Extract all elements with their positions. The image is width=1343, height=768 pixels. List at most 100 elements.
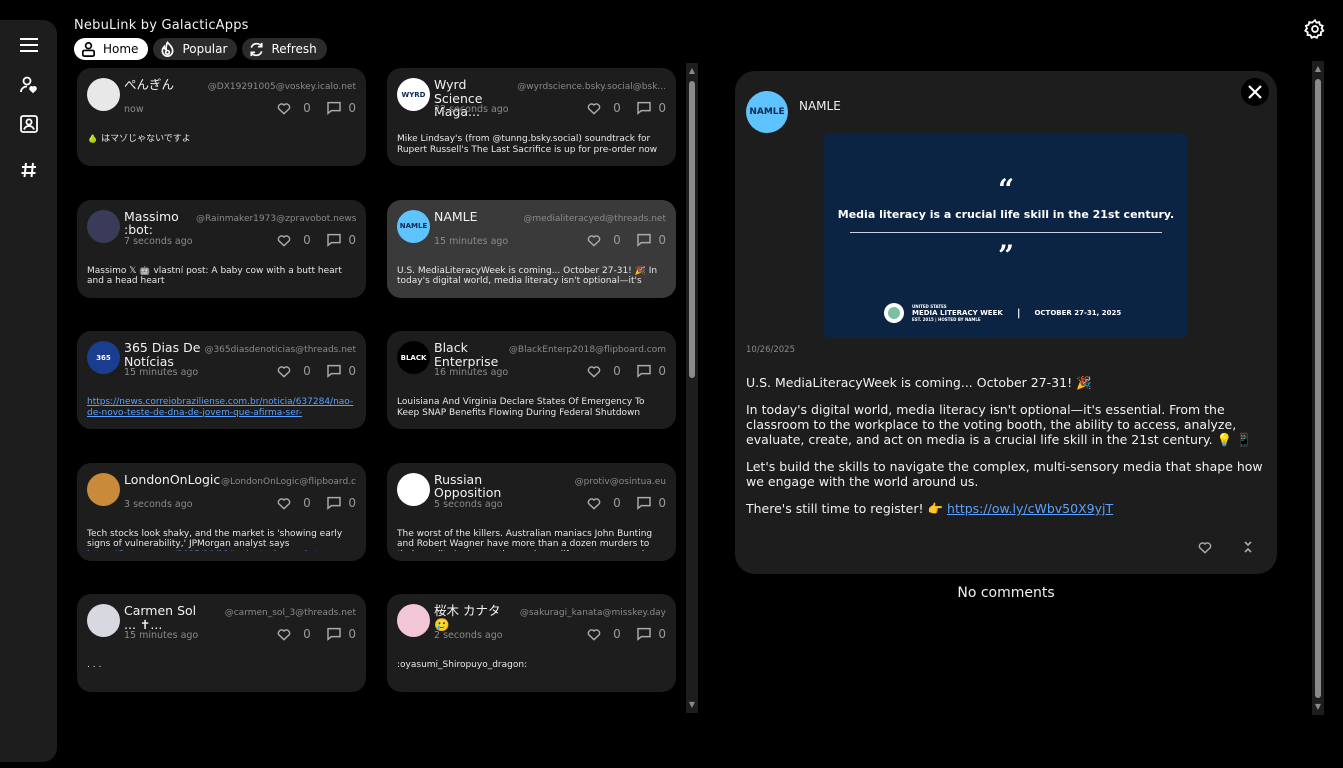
tab-popular[interactable]: Popular	[153, 38, 238, 60]
author-avatar[interactable]: 365	[87, 341, 120, 374]
scroll-up-arrow-icon[interactable]: ▲	[687, 66, 697, 76]
refresh-icon	[250, 42, 263, 56]
detail-date: 10/26/2025	[746, 345, 795, 355]
like-button[interactable]	[276, 495, 292, 511]
author-name[interactable]: ぺんぎん	[124, 78, 202, 92]
comment-icon	[327, 627, 341, 641]
reply-button[interactable]	[636, 232, 652, 248]
reply-count: 0	[658, 101, 666, 115]
like-button[interactable]	[586, 232, 602, 248]
scroll-down-arrow-icon[interactable]: ▼	[1313, 702, 1323, 712]
post-actions: 00	[276, 363, 356, 379]
comment-icon	[327, 496, 341, 510]
hashtag-icon[interactable]	[14, 155, 44, 185]
post-card[interactable]: Carmen Sol ... ✝... @carmen_sol_3@threads…	[77, 594, 366, 692]
post-card[interactable]: LondonOnLogic @LondonOnLogic@flipboard.c 3…	[77, 462, 366, 561]
post-actions: 00	[276, 495, 356, 511]
profile-card-icon[interactable]	[14, 109, 44, 139]
post-card[interactable]: ぺんぎん @DX19291005@voskey.icalo.net now 0 0 🍐 は…	[77, 68, 366, 166]
reply-button[interactable]	[326, 100, 342, 116]
reply-button[interactable]	[636, 626, 652, 642]
author-avatar[interactable]	[87, 209, 120, 243]
author-avatar[interactable]	[87, 472, 120, 506]
like-button[interactable]	[276, 626, 292, 642]
author-name[interactable]: Black Enterprise	[434, 341, 512, 368]
author-name[interactable]: Massimo :bot:	[124, 209, 202, 237]
reply-button[interactable]	[326, 232, 342, 248]
post-text: The worst of the killers. Australian man…	[397, 528, 653, 551]
post-time: 7 seconds ago	[124, 235, 193, 247]
author-avatar[interactable]	[87, 78, 120, 111]
author-avatar[interactable]	[397, 472, 430, 506]
post-detail-panel: NAMLE NAMLE “ Media literacy is a crucia…	[735, 71, 1277, 574]
user-heart-icon[interactable]	[14, 70, 44, 100]
detail-scrollbar[interactable]: ▲ ▼	[1312, 61, 1324, 715]
reply-count: 0	[348, 101, 356, 115]
like-button[interactable]	[586, 495, 602, 511]
reply-button[interactable]	[636, 100, 652, 116]
menu-icon[interactable]	[14, 30, 44, 60]
post-link[interactable]: https://news.correiobraziliense.com.br/n…	[87, 397, 353, 418]
like-button[interactable]	[276, 100, 292, 116]
reply-button[interactable]	[326, 626, 342, 642]
post-card[interactable]: WYRD Wyrd Science Maga... @wyrdscience.bsk…	[387, 68, 676, 166]
author-avatar[interactable]: BLACK	[397, 341, 430, 374]
detail-register-link[interactable]: https://ow.ly/cWbv50X9yjT	[947, 501, 1113, 516]
like-count: 0	[613, 101, 621, 115]
post-actions: 00	[276, 232, 356, 248]
tab-popular-label: Popular	[182, 42, 228, 56]
post-media-image[interactable]: “ Media literacy is a crucial life skill…	[824, 133, 1188, 338]
like-button[interactable]	[586, 626, 602, 642]
post-body: 🍐 はマゾじゃないですよ	[87, 134, 358, 156]
like-button[interactable]	[586, 100, 602, 116]
app-root: NebuLink by GalacticApps Home Popular Re…	[0, 0, 1343, 768]
scroll-up-arrow-icon[interactable]: ▲	[1313, 64, 1323, 74]
detail-paragraph: Let's build the skills to navigate the c…	[746, 459, 1263, 489]
reply-count: 0	[348, 495, 356, 510]
author-name[interactable]: Carmen Sol ... ✝...	[124, 604, 202, 631]
author-name[interactable]: Russian Opposition	[434, 472, 512, 500]
avatar-text: NAMLE	[399, 222, 428, 230]
settings-button[interactable]	[1302, 16, 1328, 42]
post-link[interactable]: https://fortune.com/2025/10/23/tech-stoc…	[87, 550, 322, 551]
author-name[interactable]: 桜木 カナタ🥲	[434, 604, 512, 631]
detail-paragraph: In today's digital world, media literacy…	[746, 402, 1252, 447]
detail-author-name[interactable]: NAMLE	[799, 99, 841, 113]
reply-button[interactable]	[326, 495, 342, 511]
post-card[interactable]: Russian Opposition @protiv@osintua.eu 5 se…	[387, 462, 676, 561]
post-card[interactable]: Massimo :bot: @Rainmaker1973@zpravobot.ne…	[77, 199, 366, 298]
feed-scrollbar[interactable]: ▲ ▼	[686, 63, 698, 713]
close-button[interactable]	[1241, 78, 1269, 106]
like-button[interactable]	[586, 363, 602, 379]
post-card[interactable]: NAMLE NAMLE @medialiteracyed@threads.net 15…	[387, 199, 676, 298]
post-card[interactable]: 桜木 カナタ🥲 @sakuragi_kanata@misskey.day 2 sec…	[387, 594, 676, 692]
heart-icon	[587, 497, 601, 510]
detail-like-button[interactable]	[1197, 539, 1213, 559]
reply-button[interactable]	[636, 495, 652, 511]
like-count: 0	[613, 232, 621, 247]
detail-paragraph: U.S. MediaLiteracyWeek is coming... Octo…	[746, 375, 1092, 390]
tab-home[interactable]: Home	[74, 38, 149, 60]
like-button[interactable]	[276, 232, 292, 248]
comment-icon	[637, 364, 651, 378]
tab-refresh[interactable]: Refresh	[242, 38, 327, 60]
post-card[interactable]: BLACK Black Enterprise @BlackEnterp2018@fl…	[387, 331, 676, 429]
author-avatar[interactable]: NAMLE	[397, 209, 430, 243]
feed-scroll-thumb[interactable]	[689, 81, 695, 378]
author-name[interactable]: 365 Dias De Notícias	[124, 341, 202, 368]
reply-button[interactable]	[636, 363, 652, 379]
author-avatar[interactable]	[87, 604, 120, 637]
reply-button[interactable]	[326, 363, 342, 379]
author-name[interactable]: LondonOnLogic	[124, 472, 220, 487]
detail-avatar[interactable]: NAMLE	[746, 91, 788, 133]
author-avatar[interactable]	[397, 604, 430, 637]
detail-scroll-thumb[interactable]	[1315, 79, 1321, 698]
author-avatar[interactable]: WYRD	[397, 78, 430, 111]
reply-count: 0	[348, 232, 356, 247]
heart-icon	[587, 234, 601, 247]
scroll-down-arrow-icon[interactable]: ▼	[687, 700, 697, 710]
like-button[interactable]	[276, 363, 292, 379]
author-name[interactable]: NAMLE	[434, 209, 512, 224]
detail-collapse-button[interactable]	[1240, 539, 1256, 559]
post-card[interactable]: 365 365 Dias De Notícias @365diasdenoticia…	[77, 331, 366, 429]
